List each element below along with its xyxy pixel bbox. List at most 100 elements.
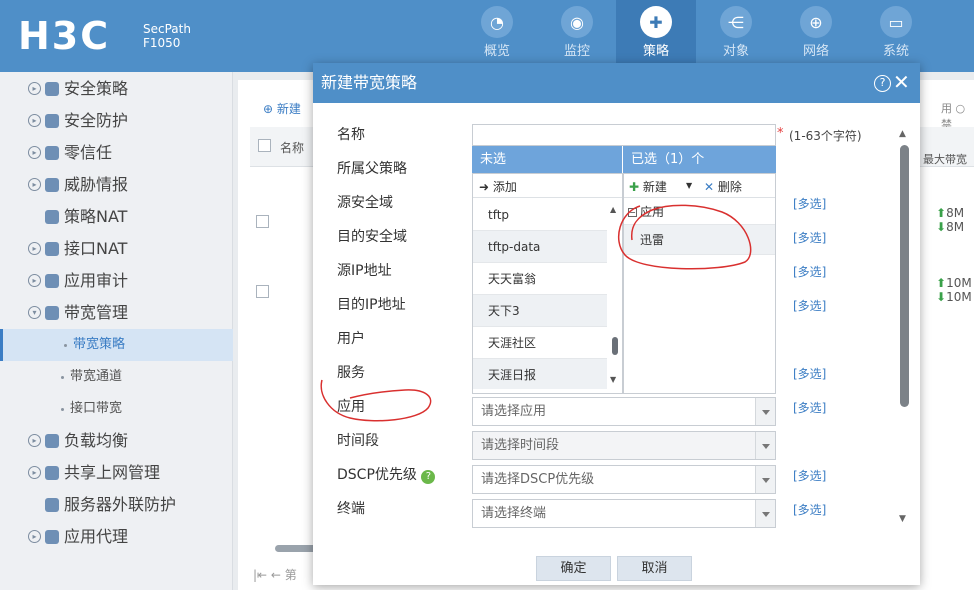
- app-select[interactable]: 请选择应用: [472, 397, 776, 426]
- sidebar-item-bandwidth-policy[interactable]: 带宽策略: [0, 329, 233, 361]
- sidebar-item-load-balance[interactable]: ▸ 负载均衡: [0, 425, 233, 457]
- ok-button[interactable]: 确定: [536, 556, 611, 581]
- add-policy-button[interactable]: ⊕ 新建: [263, 100, 301, 117]
- multi-select-service[interactable]: [多选]: [793, 365, 826, 382]
- name-input[interactable]: [472, 124, 776, 146]
- required-mark: *: [777, 126, 784, 141]
- expand-icon[interactable]: ▸: [28, 242, 41, 255]
- chevron-down-icon[interactable]: [755, 398, 775, 425]
- list-item[interactable]: 天涯日报: [473, 359, 607, 389]
- column-max-bandwidth[interactable]: 最大带宽: [923, 151, 967, 167]
- top-header: H3C SecPath F1050 ◔ 概览 ◉ 监控 ✚ 策略 ⋲ 对象 ⊕ …: [0, 0, 974, 72]
- select-all-checkbox[interactable]: [258, 139, 271, 152]
- sidebar-item-app-proxy[interactable]: ▸ 应用代理: [0, 521, 233, 553]
- sidebar-item-interface-bandwidth[interactable]: 接口带宽: [0, 393, 233, 425]
- expand-icon[interactable]: ▸: [28, 274, 41, 287]
- scroll-down-icon[interactable]: ▼: [899, 514, 906, 524]
- divider: [473, 197, 622, 198]
- list-item[interactable]: tftp-data: [473, 231, 607, 263]
- nav-policy[interactable]: ✚ 策略: [616, 0, 696, 72]
- chevron-down-icon[interactable]: ▼: [686, 181, 692, 190]
- dialog-title: 新建带宽策略: [313, 63, 920, 103]
- sidebar-item-interface-nat[interactable]: ▸ 接口NAT: [0, 233, 233, 265]
- scroll-up-icon[interactable]: ▲: [610, 205, 616, 214]
- dialog-scrollbar[interactable]: [900, 145, 909, 407]
- chevron-down-icon[interactable]: [755, 432, 775, 459]
- expand-icon[interactable]: ▸: [28, 146, 41, 159]
- nav-system[interactable]: ▭ 系统: [856, 0, 936, 72]
- column-name[interactable]: 名称: [280, 139, 304, 156]
- add-button[interactable]: ➜ 添加: [479, 178, 517, 195]
- expand-icon[interactable]: ▸: [28, 114, 41, 127]
- expand-icon[interactable]: ▸: [28, 178, 41, 191]
- scroll-up-icon[interactable]: ▲: [899, 129, 906, 139]
- multi-select-terminal[interactable]: [多选]: [793, 501, 826, 518]
- time-range-select[interactable]: 请选择时间段: [472, 431, 776, 460]
- row-checkbox[interactable]: [256, 215, 269, 228]
- sidebar-item-security-protection[interactable]: ▸ 安全防护: [0, 105, 233, 137]
- new-button[interactable]: ✚ 新建: [629, 178, 667, 195]
- shield-icon: [45, 82, 59, 96]
- multi-select-dscp[interactable]: [多选]: [793, 467, 826, 484]
- proxy-icon: [45, 530, 59, 544]
- sidebar-item-server-outbound[interactable]: 服务器外联防护: [0, 489, 233, 521]
- eye-icon: ◉: [561, 6, 593, 38]
- row-checkbox[interactable]: [256, 285, 269, 298]
- help-icon[interactable]: ?: [874, 75, 891, 92]
- sidebar-item-bandwidth-mgmt[interactable]: ▾ 带宽管理: [0, 297, 233, 329]
- terminal-select[interactable]: 请选择终端: [472, 499, 776, 528]
- list-item[interactable]: 天下3: [473, 295, 607, 327]
- collapse-icon[interactable]: −: [628, 208, 637, 217]
- expand-icon[interactable]: ▸: [28, 434, 41, 447]
- sidebar-item-zero-trust[interactable]: ▸ 零信任: [0, 137, 233, 169]
- label-app: 应用: [337, 399, 365, 415]
- scroll-down-icon[interactable]: ▼: [610, 375, 616, 384]
- bullet-icon: [61, 376, 64, 379]
- globe-icon: ⊕: [800, 6, 832, 38]
- sidebar-item-threat-intel[interactable]: ▸ 威胁情报: [0, 169, 233, 201]
- divider: [624, 197, 775, 198]
- product-name: SecPath F1050: [143, 22, 191, 50]
- cancel-button[interactable]: 取消: [617, 556, 692, 581]
- nat-icon: [45, 242, 59, 256]
- multi-select-dst-zone[interactable]: [多选]: [793, 229, 826, 246]
- list-item[interactable]: tftp: [473, 199, 607, 231]
- expand-icon[interactable]: ▸: [28, 466, 41, 479]
- plus-icon: ✚: [629, 180, 640, 194]
- list-item[interactable]: 天天富翁: [473, 263, 607, 295]
- nav-objects[interactable]: ⋲ 对象: [696, 0, 776, 72]
- chevron-down-icon[interactable]: [755, 500, 775, 527]
- gauge-icon: ◔: [481, 6, 513, 38]
- arrow-right-icon: ➜: [479, 180, 490, 194]
- multi-select-src-zone[interactable]: [多选]: [793, 195, 826, 212]
- sidebar-item-shared-internet[interactable]: ▸ 共享上网管理: [0, 457, 233, 489]
- pager[interactable]: |⇤ ← 第: [253, 566, 297, 583]
- multi-select-src-ip[interactable]: [多选]: [793, 263, 826, 280]
- list-item[interactable]: 天涯社区: [473, 327, 607, 359]
- collapse-icon[interactable]: ▾: [28, 306, 41, 319]
- sidebar-item-security-policy[interactable]: ▸ 安全策略: [0, 73, 233, 105]
- dscp-select[interactable]: 请选择DSCP优先级: [472, 465, 776, 494]
- sidebar-item-policy-nat[interactable]: 策略NAT: [0, 201, 233, 233]
- tree-node-app[interactable]: − 应用: [628, 203, 664, 220]
- arrow-up-icon: ⬆: [936, 276, 947, 290]
- selected-item[interactable]: 迅雷: [624, 224, 775, 255]
- multi-select-app[interactable]: [多选]: [793, 399, 826, 416]
- nav-overview[interactable]: ◔ 概览: [457, 0, 537, 72]
- label-dst-ip: 目的IP地址: [337, 297, 406, 313]
- sidebar-item-bandwidth-channel[interactable]: 带宽通道: [0, 361, 233, 393]
- close-icon[interactable]: ✕: [893, 71, 910, 93]
- sidebar-item-app-audit[interactable]: ▸ 应用审计: [0, 265, 233, 297]
- delete-button[interactable]: ✕ 删除: [704, 178, 742, 195]
- multi-select-dst-ip[interactable]: [多选]: [793, 297, 826, 314]
- help-icon[interactable]: ?: [421, 470, 436, 484]
- list-scrollbar[interactable]: [612, 337, 618, 355]
- nav-network[interactable]: ⊕ 网络: [776, 0, 856, 72]
- horizontal-scrollbar[interactable]: [275, 545, 317, 552]
- chevron-down-icon[interactable]: [755, 466, 775, 493]
- h3c-logo: H3C: [18, 14, 111, 58]
- bullet-icon: [64, 344, 67, 347]
- expand-icon[interactable]: ▸: [28, 82, 41, 95]
- nav-monitor[interactable]: ◉ 监控: [537, 0, 617, 72]
- expand-icon[interactable]: ▸: [28, 530, 41, 543]
